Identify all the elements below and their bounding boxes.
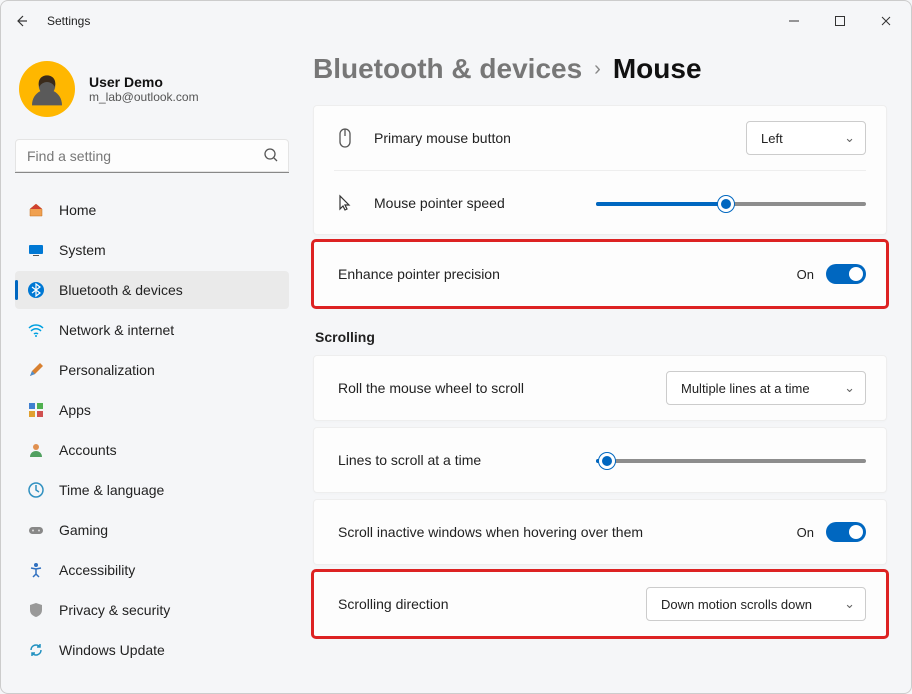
nav-item-windows-update[interactable]: Windows Update xyxy=(15,631,289,669)
nav-item-apps[interactable]: Apps xyxy=(15,391,289,429)
dropdown-value: Multiple lines at a time xyxy=(681,381,810,396)
nav-label: Personalization xyxy=(59,362,155,378)
pointer-speed-label: Mouse pointer speed xyxy=(374,195,505,211)
breadcrumb-current: Mouse xyxy=(613,53,702,85)
row-enhance-precision: Enhance pointer precision On xyxy=(334,242,866,306)
nav-label: Accounts xyxy=(59,442,117,458)
wheel-mode-label: Roll the mouse wheel to scroll xyxy=(338,380,524,396)
bluetooth-icon xyxy=(27,281,45,299)
wheel-mode-dropdown[interactable]: Multiple lines at a time ⌄ xyxy=(666,371,866,405)
update-icon xyxy=(27,641,45,659)
wifi-icon xyxy=(27,321,45,339)
chevron-down-icon: ⌄ xyxy=(844,380,855,396)
primary-button-dropdown[interactable]: Left ⌄ xyxy=(746,121,866,155)
row-pointer-speed: Mouse pointer speed xyxy=(334,170,866,234)
row-scroll-direction: Scrolling direction Down motion scrolls … xyxy=(334,572,866,636)
pointer-speed-slider[interactable] xyxy=(596,193,866,213)
mouse-icon xyxy=(334,127,356,149)
user-name: User Demo xyxy=(89,74,199,90)
breadcrumb-parent[interactable]: Bluetooth & devices xyxy=(313,53,582,85)
brush-icon xyxy=(27,361,45,379)
breadcrumb: Bluetooth & devices › Mouse xyxy=(313,53,887,85)
card-inactive-windows: Scroll inactive windows when hovering ov… xyxy=(313,499,887,565)
lines-slider[interactable] xyxy=(596,450,866,470)
nav-list: Home System Bluetooth & devices Network … xyxy=(15,191,289,669)
search-field[interactable] xyxy=(15,139,289,173)
section-scrolling-title: Scrolling xyxy=(315,329,887,345)
app-title: Settings xyxy=(47,14,90,28)
nav-label: Bluetooth & devices xyxy=(59,282,183,298)
search-icon xyxy=(263,147,279,168)
titlebar: Settings xyxy=(1,1,911,41)
dropdown-value: Left xyxy=(761,131,783,146)
nav-label: Gaming xyxy=(59,522,108,538)
scroll-direction-label: Scrolling direction xyxy=(338,596,449,612)
row-wheel-mode: Roll the mouse wheel to scroll Multiple … xyxy=(334,356,866,420)
nav-label: System xyxy=(59,242,106,258)
nav-item-gaming[interactable]: Gaming xyxy=(15,511,289,549)
dropdown-value: Down motion scrolls down xyxy=(661,597,812,612)
card-lines-at-a-time: Lines to scroll at a time xyxy=(313,427,887,493)
main-pane: Bluetooth & devices › Mouse Primary mous… xyxy=(301,41,911,693)
chevron-down-icon: ⌄ xyxy=(844,130,855,146)
window-controls xyxy=(771,5,909,37)
minimize-button[interactable] xyxy=(771,5,817,37)
accessibility-icon xyxy=(27,561,45,579)
home-icon xyxy=(27,201,45,219)
shield-icon xyxy=(27,601,45,619)
clock-globe-icon xyxy=(27,481,45,499)
user-email: m_lab@outlook.com xyxy=(89,90,199,104)
nav-item-privacy-security[interactable]: Privacy & security xyxy=(15,591,289,629)
chevron-right-icon: › xyxy=(594,58,601,81)
row-lines-at-a-time: Lines to scroll at a time xyxy=(334,428,866,492)
search-input[interactable] xyxy=(15,139,289,173)
avatar xyxy=(19,61,75,117)
nav-label: Home xyxy=(59,202,96,218)
back-icon[interactable] xyxy=(11,11,31,31)
cursor-icon xyxy=(334,194,356,212)
apps-icon xyxy=(27,401,45,419)
card-wheel-mode: Roll the mouse wheel to scroll Multiple … xyxy=(313,355,887,421)
inactive-windows-toggle[interactable] xyxy=(826,522,866,542)
sidebar: User Demo m_lab@outlook.com Home System … xyxy=(1,41,301,693)
row-primary-button: Primary mouse button Left ⌄ xyxy=(334,106,866,170)
nav-item-home[interactable]: Home xyxy=(15,191,289,229)
row-inactive-windows: Scroll inactive windows when hovering ov… xyxy=(334,500,866,564)
nav-label: Privacy & security xyxy=(59,602,170,618)
nav-item-personalization[interactable]: Personalization xyxy=(15,351,289,389)
nav-label: Windows Update xyxy=(59,642,165,658)
card-mouse-basic: Primary mouse button Left ⌄ Mouse pointe… xyxy=(313,105,887,235)
nav-label: Time & language xyxy=(59,482,164,498)
nav-item-network[interactable]: Network & internet xyxy=(15,311,289,349)
chevron-down-icon: ⌄ xyxy=(844,596,855,612)
card-enhance-precision: Enhance pointer precision On xyxy=(313,241,887,307)
user-block[interactable]: User Demo m_lab@outlook.com xyxy=(15,51,289,135)
nav-item-accounts[interactable]: Accounts xyxy=(15,431,289,469)
inactive-windows-label: Scroll inactive windows when hovering ov… xyxy=(338,524,643,540)
enhance-precision-label: Enhance pointer precision xyxy=(338,266,500,282)
scroll-direction-dropdown[interactable]: Down motion scrolls down ⌄ xyxy=(646,587,866,621)
nav-item-accessibility[interactable]: Accessibility xyxy=(15,551,289,589)
nav-label: Apps xyxy=(59,402,91,418)
lines-label: Lines to scroll at a time xyxy=(338,452,481,468)
primary-button-label: Primary mouse button xyxy=(374,130,511,146)
nav-item-time-language[interactable]: Time & language xyxy=(15,471,289,509)
system-icon xyxy=(27,241,45,259)
close-button[interactable] xyxy=(863,5,909,37)
inactive-windows-state: On xyxy=(797,525,814,540)
person-icon xyxy=(27,441,45,459)
nav-item-system[interactable]: System xyxy=(15,231,289,269)
gamepad-icon xyxy=(27,521,45,539)
enhance-precision-state: On xyxy=(797,267,814,282)
maximize-button[interactable] xyxy=(817,5,863,37)
nav-label: Network & internet xyxy=(59,322,174,338)
nav-item-bluetooth-devices[interactable]: Bluetooth & devices xyxy=(15,271,289,309)
enhance-precision-toggle[interactable] xyxy=(826,264,866,284)
nav-label: Accessibility xyxy=(59,562,135,578)
card-scroll-direction: Scrolling direction Down motion scrolls … xyxy=(313,571,887,637)
